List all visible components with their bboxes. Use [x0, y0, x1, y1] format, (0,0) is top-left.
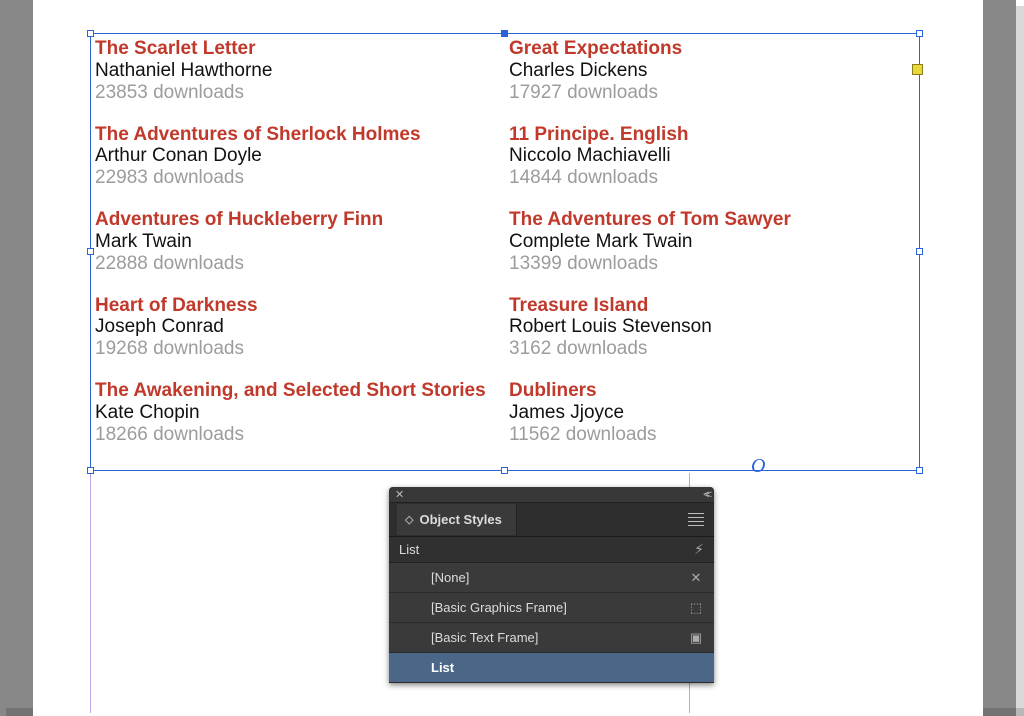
style-type-icon: ▣	[688, 630, 704, 646]
book-downloads: 22888 downloads	[95, 253, 505, 275]
overset-text-icon[interactable]: O	[751, 455, 765, 478]
book-author: Complete Mark Twain	[509, 231, 919, 253]
quick-apply-icon[interactable]: ⚡︎	[694, 541, 704, 558]
panel-filter-row[interactable]: List ⚡︎	[389, 537, 714, 563]
selection-handle[interactable]	[87, 248, 94, 255]
book-title: The Awakening, and Selected Short Storie…	[95, 380, 505, 402]
window-shadow-right	[1016, 6, 1024, 716]
book-entry: The Scarlet LetterNathaniel Hawthorne238…	[95, 38, 505, 104]
book-title: The Adventures of Sherlock Holmes	[95, 124, 505, 146]
book-entry: Great ExpectationsCharles Dickens17927 d…	[509, 38, 919, 104]
filter-label: List	[399, 542, 419, 557]
book-author: Arthur Conan Doyle	[95, 145, 505, 167]
book-title: 11 Principe. English	[509, 124, 919, 146]
book-entry: Heart of DarknessJoseph Conrad19268 down…	[95, 295, 505, 361]
object-style-row[interactable]: [Basic Graphics Frame]⬚	[389, 593, 714, 623]
book-author: Mark Twain	[95, 231, 505, 253]
book-author: Charles Dickens	[509, 60, 919, 82]
tab-label: Object Styles	[419, 512, 501, 527]
object-style-row[interactable]: List	[389, 653, 714, 683]
text-column-right: Great ExpectationsCharles Dickens17927 d…	[505, 34, 919, 470]
book-downloads: 22983 downloads	[95, 167, 505, 189]
book-author: Nathaniel Hawthorne	[95, 60, 505, 82]
style-label: [None]	[431, 570, 688, 585]
book-title: Great Expectations	[509, 38, 919, 60]
book-entry: The Adventures of Sherlock HolmesArthur …	[95, 124, 505, 190]
content-grabber-indicator[interactable]	[912, 64, 923, 75]
panel-tab-bar: ◇ Object Styles	[389, 503, 714, 537]
book-entry: The Awakening, and Selected Short Storie…	[95, 380, 505, 446]
object-style-row[interactable]: [Basic Text Frame]▣	[389, 623, 714, 653]
book-author: Robert Louis Stevenson	[509, 316, 919, 338]
book-downloads: 13399 downloads	[509, 253, 919, 275]
book-downloads: 23853 downloads	[95, 82, 505, 104]
pasteboard-right	[983, 0, 1016, 716]
tab-object-styles[interactable]: ◇ Object Styles	[397, 504, 517, 535]
book-downloads: 3162 downloads	[509, 338, 919, 360]
selection-handle[interactable]	[916, 248, 923, 255]
book-title: Heart of Darkness	[95, 295, 505, 317]
selected-text-frame[interactable]: The Scarlet LetterNathaniel Hawthorne238…	[90, 33, 920, 471]
book-author: Niccolo Machiavelli	[509, 145, 919, 167]
selection-handle[interactable]	[87, 30, 94, 37]
selection-handle[interactable]	[501, 467, 508, 474]
book-author: James Jjoyce	[509, 402, 919, 424]
book-title: The Adventures of Tom Sawyer	[509, 209, 919, 231]
style-label: List	[431, 660, 688, 675]
book-entry: Adventures of Huckleberry FinnMark Twain…	[95, 209, 505, 275]
collapse-icon[interactable]: <<	[703, 489, 708, 501]
style-type-icon: ✕	[688, 570, 704, 586]
book-downloads: 17927 downloads	[509, 82, 919, 104]
book-entry: The Adventures of Tom SawyerComplete Mar…	[509, 209, 919, 275]
sort-icon: ◇	[405, 513, 413, 526]
style-label: [Basic Text Frame]	[431, 630, 688, 645]
pasteboard-left	[0, 0, 33, 716]
book-entry: Treasure IslandRobert Louis Stevenson316…	[509, 295, 919, 361]
book-author: Joseph Conrad	[95, 316, 505, 338]
book-title: Treasure Island	[509, 295, 919, 317]
object-styles-panel[interactable]: ✕ << ◇ Object Styles List ⚡︎ [None]✕[Bas…	[389, 487, 714, 683]
selection-handle[interactable]	[501, 30, 508, 37]
book-title: Adventures of Huckleberry Finn	[95, 209, 505, 231]
book-title: The Scarlet Letter	[95, 38, 505, 60]
selection-handle[interactable]	[916, 30, 923, 37]
selection-handle[interactable]	[87, 467, 94, 474]
book-author: Kate Chopin	[95, 402, 505, 424]
style-type-icon: ⬚	[688, 600, 704, 616]
book-entry: DublinersJames Jjoyce11562 downloads	[509, 380, 919, 446]
book-entry: 11 Principe. EnglishNiccolo Machiavelli1…	[509, 124, 919, 190]
book-downloads: 18266 downloads	[95, 424, 505, 446]
book-title: Dubliners	[509, 380, 919, 402]
selection-handle[interactable]	[916, 467, 923, 474]
book-downloads: 19268 downloads	[95, 338, 505, 360]
document-page[interactable]: The Scarlet LetterNathaniel Hawthorne238…	[33, 0, 983, 716]
book-downloads: 11562 downloads	[509, 424, 919, 446]
style-label: [Basic Graphics Frame]	[431, 600, 688, 615]
book-downloads: 14844 downloads	[509, 167, 919, 189]
panel-menu-icon[interactable]	[688, 513, 704, 526]
panel-title-bar[interactable]: ✕ <<	[389, 487, 714, 503]
style-list: [None]✕[Basic Graphics Frame]⬚[Basic Tex…	[389, 563, 714, 683]
text-column-left: The Scarlet LetterNathaniel Hawthorne238…	[91, 34, 505, 470]
close-icon[interactable]: ✕	[395, 488, 404, 501]
object-style-row[interactable]: [None]✕	[389, 563, 714, 593]
